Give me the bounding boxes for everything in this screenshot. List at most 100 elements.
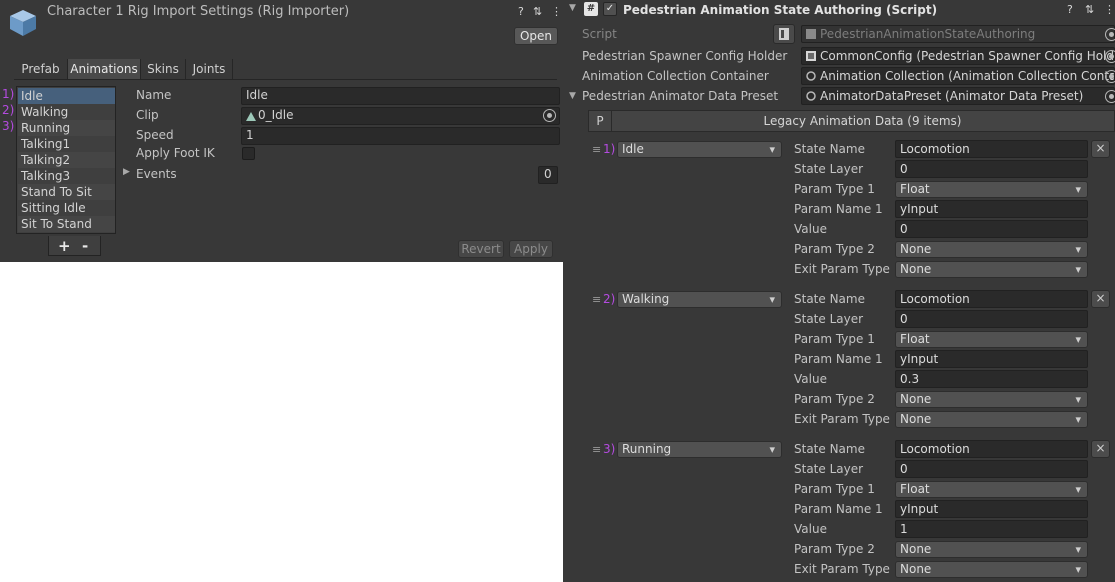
spawner-config-label: Pedestrian Spawner Config Holder — [582, 49, 788, 63]
list-item[interactable]: Talking3 — [18, 168, 115, 184]
preset-settings-icon[interactable]: ⇅ — [1085, 3, 1094, 16]
entry-field-label: Value — [794, 522, 827, 536]
entry-dropdown[interactable]: None — [895, 241, 1088, 258]
clip-field[interactable]: 0_Idle — [241, 107, 560, 125]
list-item[interactable]: Stand To Sit — [18, 184, 115, 200]
tab-prefab[interactable]: Prefab — [14, 59, 68, 79]
object-picker-icon[interactable] — [1105, 70, 1115, 83]
events-label[interactable]: Events — [136, 167, 177, 181]
entry-field-label: Param Type 1 — [794, 182, 875, 196]
tab-animations[interactable]: Animations — [68, 59, 141, 79]
context-menu-icon[interactable]: ⋮ — [1104, 3, 1115, 16]
entry-dropdown[interactable]: None — [895, 261, 1088, 278]
entry-text-field[interactable]: 1 — [895, 520, 1088, 538]
entry-clip-dropdown[interactable]: Walking — [617, 291, 782, 308]
apply-foot-ik-checkbox[interactable] — [242, 147, 255, 160]
preset-settings-icon[interactable]: ⇅ — [533, 5, 542, 18]
entry-field-label: Param Name 1 — [794, 202, 883, 216]
entry-clip-dropdown[interactable]: Running — [617, 441, 782, 458]
add-clip-button[interactable]: + — [58, 237, 71, 255]
entry-dropdown[interactable]: None — [895, 561, 1088, 578]
drag-handle-icon[interactable]: ≡ — [592, 443, 601, 456]
object-picker-icon[interactable] — [1105, 90, 1115, 103]
list-item[interactable]: Sit To Stand — [18, 216, 115, 232]
open-button[interactable]: Open — [514, 27, 558, 45]
animation-collection-field[interactable]: Animation Collection (Animation Collecti… — [801, 67, 1115, 85]
component-enabled-checkbox[interactable]: ✓ — [603, 2, 617, 16]
tab-skins[interactable]: Skins — [141, 59, 186, 79]
entry-field-label: State Layer — [794, 312, 864, 326]
help-icon[interactable]: ? — [518, 5, 524, 18]
drag-handle-icon[interactable]: ≡ — [592, 143, 601, 156]
p-button[interactable]: P — [589, 111, 612, 131]
entry-field-label: State Name — [794, 292, 865, 306]
entry-field-label: Param Type 2 — [794, 242, 875, 256]
entry-number: 3) — [603, 442, 616, 456]
entry-clip-dropdown[interactable]: Idle — [617, 141, 782, 158]
scriptable-object-icon — [806, 51, 816, 61]
entry-text-field[interactable]: 0.3 — [895, 370, 1088, 388]
entry-dropdown[interactable]: None — [895, 391, 1088, 408]
entry-dropdown[interactable]: Float — [895, 481, 1088, 498]
animator-preset-field[interactable]: AnimatorDataPreset (Animator Data Preset… — [801, 87, 1115, 105]
object-picker-icon[interactable] — [543, 109, 556, 122]
entry-dropdown[interactable]: None — [895, 541, 1088, 558]
list-item[interactable]: Sitting Idle — [18, 200, 115, 216]
list-item[interactable]: Walking — [18, 104, 115, 120]
entry-field-label: Param Type 1 — [794, 332, 875, 346]
object-picker-icon[interactable] — [1105, 28, 1115, 41]
revert-button[interactable]: Revert — [458, 240, 504, 258]
speed-label: Speed — [136, 128, 174, 142]
remove-entry-button[interactable]: × — [1091, 440, 1110, 458]
entry-text-field[interactable]: Locomotion — [895, 440, 1088, 458]
component-foldout-arrow-icon[interactable]: ▼ — [569, 3, 576, 13]
apply-button[interactable]: Apply — [509, 240, 553, 258]
cs-script-icon — [806, 29, 816, 39]
list-item[interactable]: Idle — [18, 88, 115, 104]
entry-text-field[interactable]: 0 — [895, 220, 1088, 238]
tab-joints[interactable]: Joints — [186, 59, 233, 79]
speed-field[interactable]: 1 — [241, 127, 560, 145]
list-item[interactable]: Talking1 — [18, 136, 115, 152]
entry-text-field[interactable]: Locomotion — [895, 140, 1088, 158]
name-field[interactable]: Idle — [241, 87, 560, 105]
entry-text-field[interactable]: Locomotion — [895, 290, 1088, 308]
entry-text-field[interactable]: yInput — [895, 350, 1088, 368]
animation-clip-icon — [246, 112, 256, 121]
preset-foldout-arrow-icon[interactable]: ▼ — [569, 91, 576, 101]
list-item[interactable]: Talking2 — [18, 152, 115, 168]
events-count[interactable]: 0 — [538, 166, 558, 184]
spawner-config-field[interactable]: CommonConfig (Pedestrian Spawner Config … — [801, 47, 1115, 65]
drag-handle-icon[interactable]: ≡ — [592, 293, 601, 306]
entry-text-field[interactable]: 0 — [895, 160, 1088, 178]
remove-entry-button[interactable]: × — [1091, 290, 1110, 308]
help-icon[interactable]: ? — [1067, 3, 1073, 16]
entry-field-label: State Layer — [794, 462, 864, 476]
remove-entry-button[interactable]: × — [1091, 140, 1110, 158]
entry-field-label: Exit Param Type — [794, 562, 890, 576]
context-menu-icon[interactable]: ⋮ — [551, 5, 562, 18]
entry-text-field[interactable]: yInput — [895, 200, 1088, 218]
entry-dropdown[interactable]: Float — [895, 181, 1088, 198]
list-number: 1) — [2, 87, 15, 101]
entry-field-label: Param Type 2 — [794, 542, 875, 556]
entry-field-label: Exit Param Type — [794, 412, 890, 426]
script-label: Script — [582, 27, 617, 41]
remove-clip-button[interactable]: - — [82, 237, 88, 255]
list-number: 3) — [2, 119, 15, 133]
legacy-list-header: P Legacy Animation Data (9 items) — [588, 110, 1115, 132]
entry-text-field[interactable]: 0 — [895, 310, 1088, 328]
importer-tabs: Prefab Animations Skins Joints — [14, 59, 557, 80]
entry-dropdown[interactable]: None — [895, 411, 1088, 428]
script-icon: # — [584, 2, 598, 16]
events-foldout-arrow-icon[interactable]: ▶ — [123, 167, 130, 177]
entry-dropdown[interactable]: Float — [895, 331, 1088, 348]
entry-text-field[interactable]: 0 — [895, 460, 1088, 478]
object-picker-icon[interactable] — [1105, 50, 1115, 63]
apply-foot-ik-label: Apply Foot IK — [136, 146, 215, 160]
animation-collection-label: Animation Collection Container — [582, 69, 769, 83]
open-script-button[interactable] — [773, 24, 795, 44]
list-item[interactable]: Running — [18, 120, 115, 136]
list-footer: + - — [48, 236, 101, 256]
entry-text-field[interactable]: yInput — [895, 500, 1088, 518]
